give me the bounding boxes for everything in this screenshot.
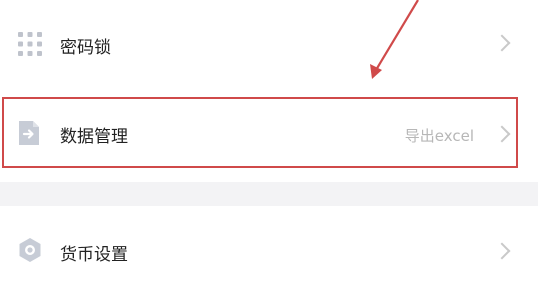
settings-item-label: 密码锁 — [60, 38, 111, 58]
chevron-right-icon — [493, 34, 511, 52]
highlight-annotation-box — [2, 97, 518, 168]
settings-item-currency[interactable]: 货币设置 — [0, 206, 538, 281]
settings-item-label: 货币设置 — [60, 245, 128, 265]
currency-hexagon-icon — [17, 237, 43, 267]
settings-item-passcode-lock[interactable]: 密码锁 — [0, 0, 538, 90]
chevron-right-icon — [493, 242, 511, 260]
section-divider — [0, 182, 538, 206]
keypad-grid-icon — [17, 31, 43, 61]
settings-screen: 密码锁 数据管理 导出excel 货币设置 — [0, 0, 538, 281]
